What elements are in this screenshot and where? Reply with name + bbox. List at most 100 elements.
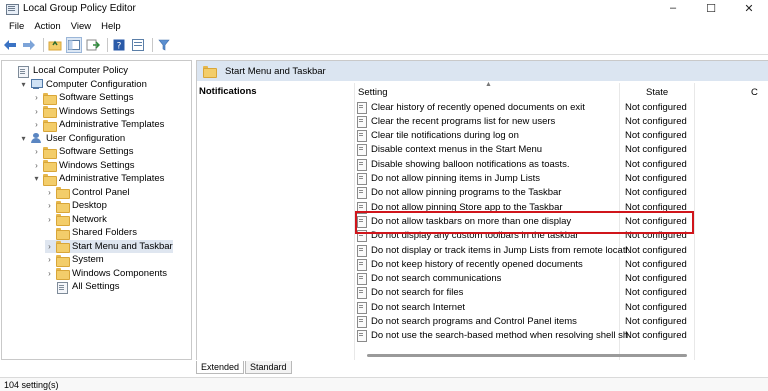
folder-icon — [56, 241, 70, 253]
policy-row[interactable]: Do not allow pinning programs to the Tas… — [357, 186, 695, 200]
policy-setting-icon — [357, 330, 367, 343]
show-hide-tree-icon[interactable] — [66, 37, 82, 53]
up-folder-icon[interactable] — [47, 37, 63, 53]
expand-chevron-icon[interactable]: › — [32, 120, 41, 129]
tree-item[interactable]: › Windows Settings — [32, 159, 135, 172]
filter-icon[interactable] — [156, 37, 172, 53]
details-header: Start Menu and Taskbar — [197, 61, 768, 81]
policy-row[interactable]: Disable context menus in the Start Menu N… — [357, 143, 695, 157]
expand-chevron-icon[interactable]: › — [32, 147, 41, 156]
expand-chevron-icon[interactable]: ▾ — [19, 80, 28, 89]
expand-chevron-icon[interactable]: ▾ — [32, 174, 41, 183]
policy-icon — [17, 65, 29, 78]
tree-item[interactable]: › Software Settings — [32, 145, 133, 159]
policy-icon — [56, 281, 68, 294]
tree-item-label: Windows Settings — [59, 105, 135, 117]
policy-setting-name: Clear history of recently opened documen… — [371, 101, 585, 113]
maximize-button[interactable]: ☐ — [692, 0, 730, 16]
back-arrow-icon[interactable] — [2, 37, 18, 53]
tree-item[interactable]: › Desktop — [45, 199, 107, 213]
expand-chevron-icon[interactable]: › — [32, 107, 41, 116]
toolbar: ? — [0, 36, 768, 55]
policy-row[interactable]: Do not display or track items in Jump Li… — [357, 243, 695, 257]
expand-chevron-icon[interactable]: › — [45, 215, 54, 224]
menu-action[interactable]: Action — [29, 21, 65, 32]
menu-help[interactable]: Help — [96, 21, 126, 32]
tree-item-label: Shared Folders — [72, 227, 137, 238]
column-header-setting[interactable]: Setting — [358, 87, 388, 98]
tree-item[interactable]: › Software Settings — [32, 91, 133, 105]
tree-pane[interactable]: Local Computer Policy ▾ Computer Configura… — [1, 60, 192, 360]
column-header-comment[interactable]: C — [751, 87, 758, 98]
expand-chevron-icon[interactable]: › — [45, 201, 54, 210]
policy-setting-icon — [357, 301, 367, 314]
highlight-annotation — [355, 211, 694, 234]
policy-row[interactable]: Clear history of recently opened documen… — [357, 100, 695, 114]
tree-item[interactable]: ▾ Computer Configuration — [19, 78, 146, 91]
policy-state: Not configured — [625, 101, 687, 113]
folder-icon — [203, 66, 217, 78]
policy-setting-name: Disable showing balloon notifications as… — [371, 158, 570, 170]
policy-row[interactable]: Do not search for files Not configured — [357, 286, 695, 300]
tree-item[interactable]: › Administrative Templates — [32, 118, 164, 132]
policy-row[interactable]: Do not search communications Not configur… — [357, 272, 695, 286]
expand-chevron-icon[interactable]: › — [45, 242, 54, 251]
tree-item[interactable]: › Windows Components — [45, 267, 167, 280]
policy-setting-icon — [357, 144, 367, 157]
tree-item[interactable]: ▾ User Configuration — [19, 132, 125, 145]
tree-item[interactable]: ▾ Administrative Templates — [32, 172, 164, 186]
policy-row[interactable]: Do not keep history of recently opened d… — [357, 257, 695, 271]
policy-row[interactable]: Do not search programs and Control Panel… — [357, 315, 695, 329]
tree-item[interactable]: › Control Panel — [45, 186, 130, 199]
toolbar-divider — [43, 38, 44, 52]
tree-item[interactable]: › System — [45, 253, 104, 267]
toolbar-divider — [152, 38, 153, 52]
expand-chevron-icon[interactable]: › — [32, 93, 41, 102]
expand-chevron-icon[interactable]: › — [45, 188, 54, 197]
scrollbar-thumb[interactable] — [367, 354, 687, 357]
expand-chevron-icon[interactable]: › — [45, 255, 54, 264]
tree-item-label: Network — [72, 213, 107, 225]
horizontal-scrollbar[interactable] — [357, 351, 768, 359]
menu-bar: File Action View Help — [0, 18, 126, 34]
policy-row[interactable]: Do not use the search-based method when … — [357, 329, 695, 343]
menu-file[interactable]: File — [4, 21, 29, 32]
policy-setting-name: Do not use the search-based method when … — [371, 330, 629, 342]
menu-view[interactable]: View — [66, 21, 96, 32]
policy-setting-icon — [357, 187, 367, 200]
policy-state: Not configured — [625, 187, 687, 199]
properties-icon[interactable] — [130, 37, 146, 53]
policy-row[interactable]: Do not allow pinning items in Jump Lists… — [357, 172, 695, 186]
column-header-state[interactable]: State — [646, 87, 668, 98]
policy-row[interactable]: Clear the recent programs list for new u… — [357, 114, 695, 128]
expand-chevron-icon[interactable]: › — [45, 269, 54, 278]
tree-item[interactable]: › Network — [45, 213, 107, 226]
tree-item[interactable]: All Settings — [45, 280, 120, 294]
minimize-button[interactable]: – — [654, 0, 692, 16]
tree-item[interactable]: Shared Folders — [45, 226, 137, 240]
computer-icon — [30, 79, 43, 89]
expand-chevron-icon[interactable]: ▾ — [19, 134, 28, 143]
tab-extended[interactable]: Extended — [196, 361, 245, 374]
tree-item[interactable]: › Windows Settings — [32, 105, 135, 118]
policy-row[interactable]: Do not search Internet Not configured — [357, 300, 695, 314]
tab-standard[interactable]: Standard — [245, 361, 292, 374]
close-button[interactable]: ✕ — [730, 0, 768, 16]
expand-chevron-icon[interactable]: › — [32, 161, 41, 170]
policy-setting-icon — [357, 287, 367, 300]
tree-item[interactable]: Local Computer Policy — [6, 64, 128, 78]
policy-row[interactable]: Clear tile notifications during log on No… — [357, 129, 695, 143]
policy-row[interactable]: Disable showing balloon notifications as… — [357, 157, 695, 171]
forward-arrow-icon[interactable] — [21, 37, 37, 53]
policy-setting-name: Clear tile notifications during log on — [371, 130, 519, 142]
tree-item[interactable]: › Start Menu and Taskbar — [45, 239, 173, 253]
view-tabs: Extended Standard — [196, 361, 293, 374]
policy-state: Not configured — [625, 316, 687, 327]
export-list-icon[interactable] — [85, 37, 101, 53]
status-bar: 104 setting(s) — [0, 377, 768, 391]
folder-icon — [43, 119, 57, 132]
help-icon[interactable]: ? — [111, 37, 127, 53]
